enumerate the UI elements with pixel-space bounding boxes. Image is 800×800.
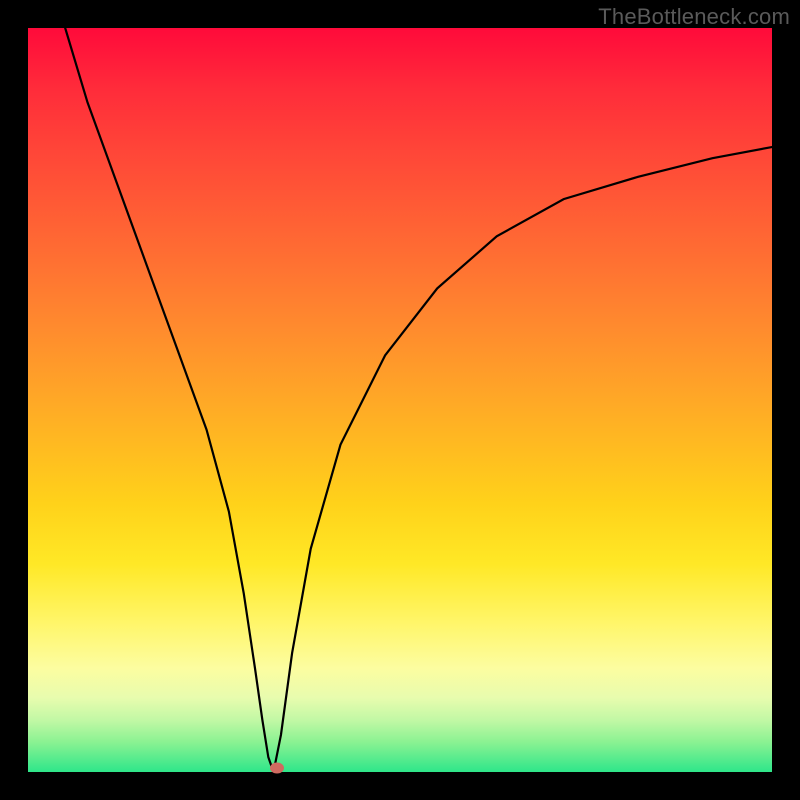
bottleneck-curve bbox=[28, 28, 772, 772]
plot-area bbox=[28, 28, 772, 772]
curve-left-branch bbox=[65, 28, 273, 772]
curve-right-branch bbox=[274, 147, 772, 772]
minimum-marker bbox=[270, 763, 284, 774]
watermark-text: TheBottleneck.com bbox=[598, 4, 790, 30]
chart-frame: TheBottleneck.com bbox=[0, 0, 800, 800]
